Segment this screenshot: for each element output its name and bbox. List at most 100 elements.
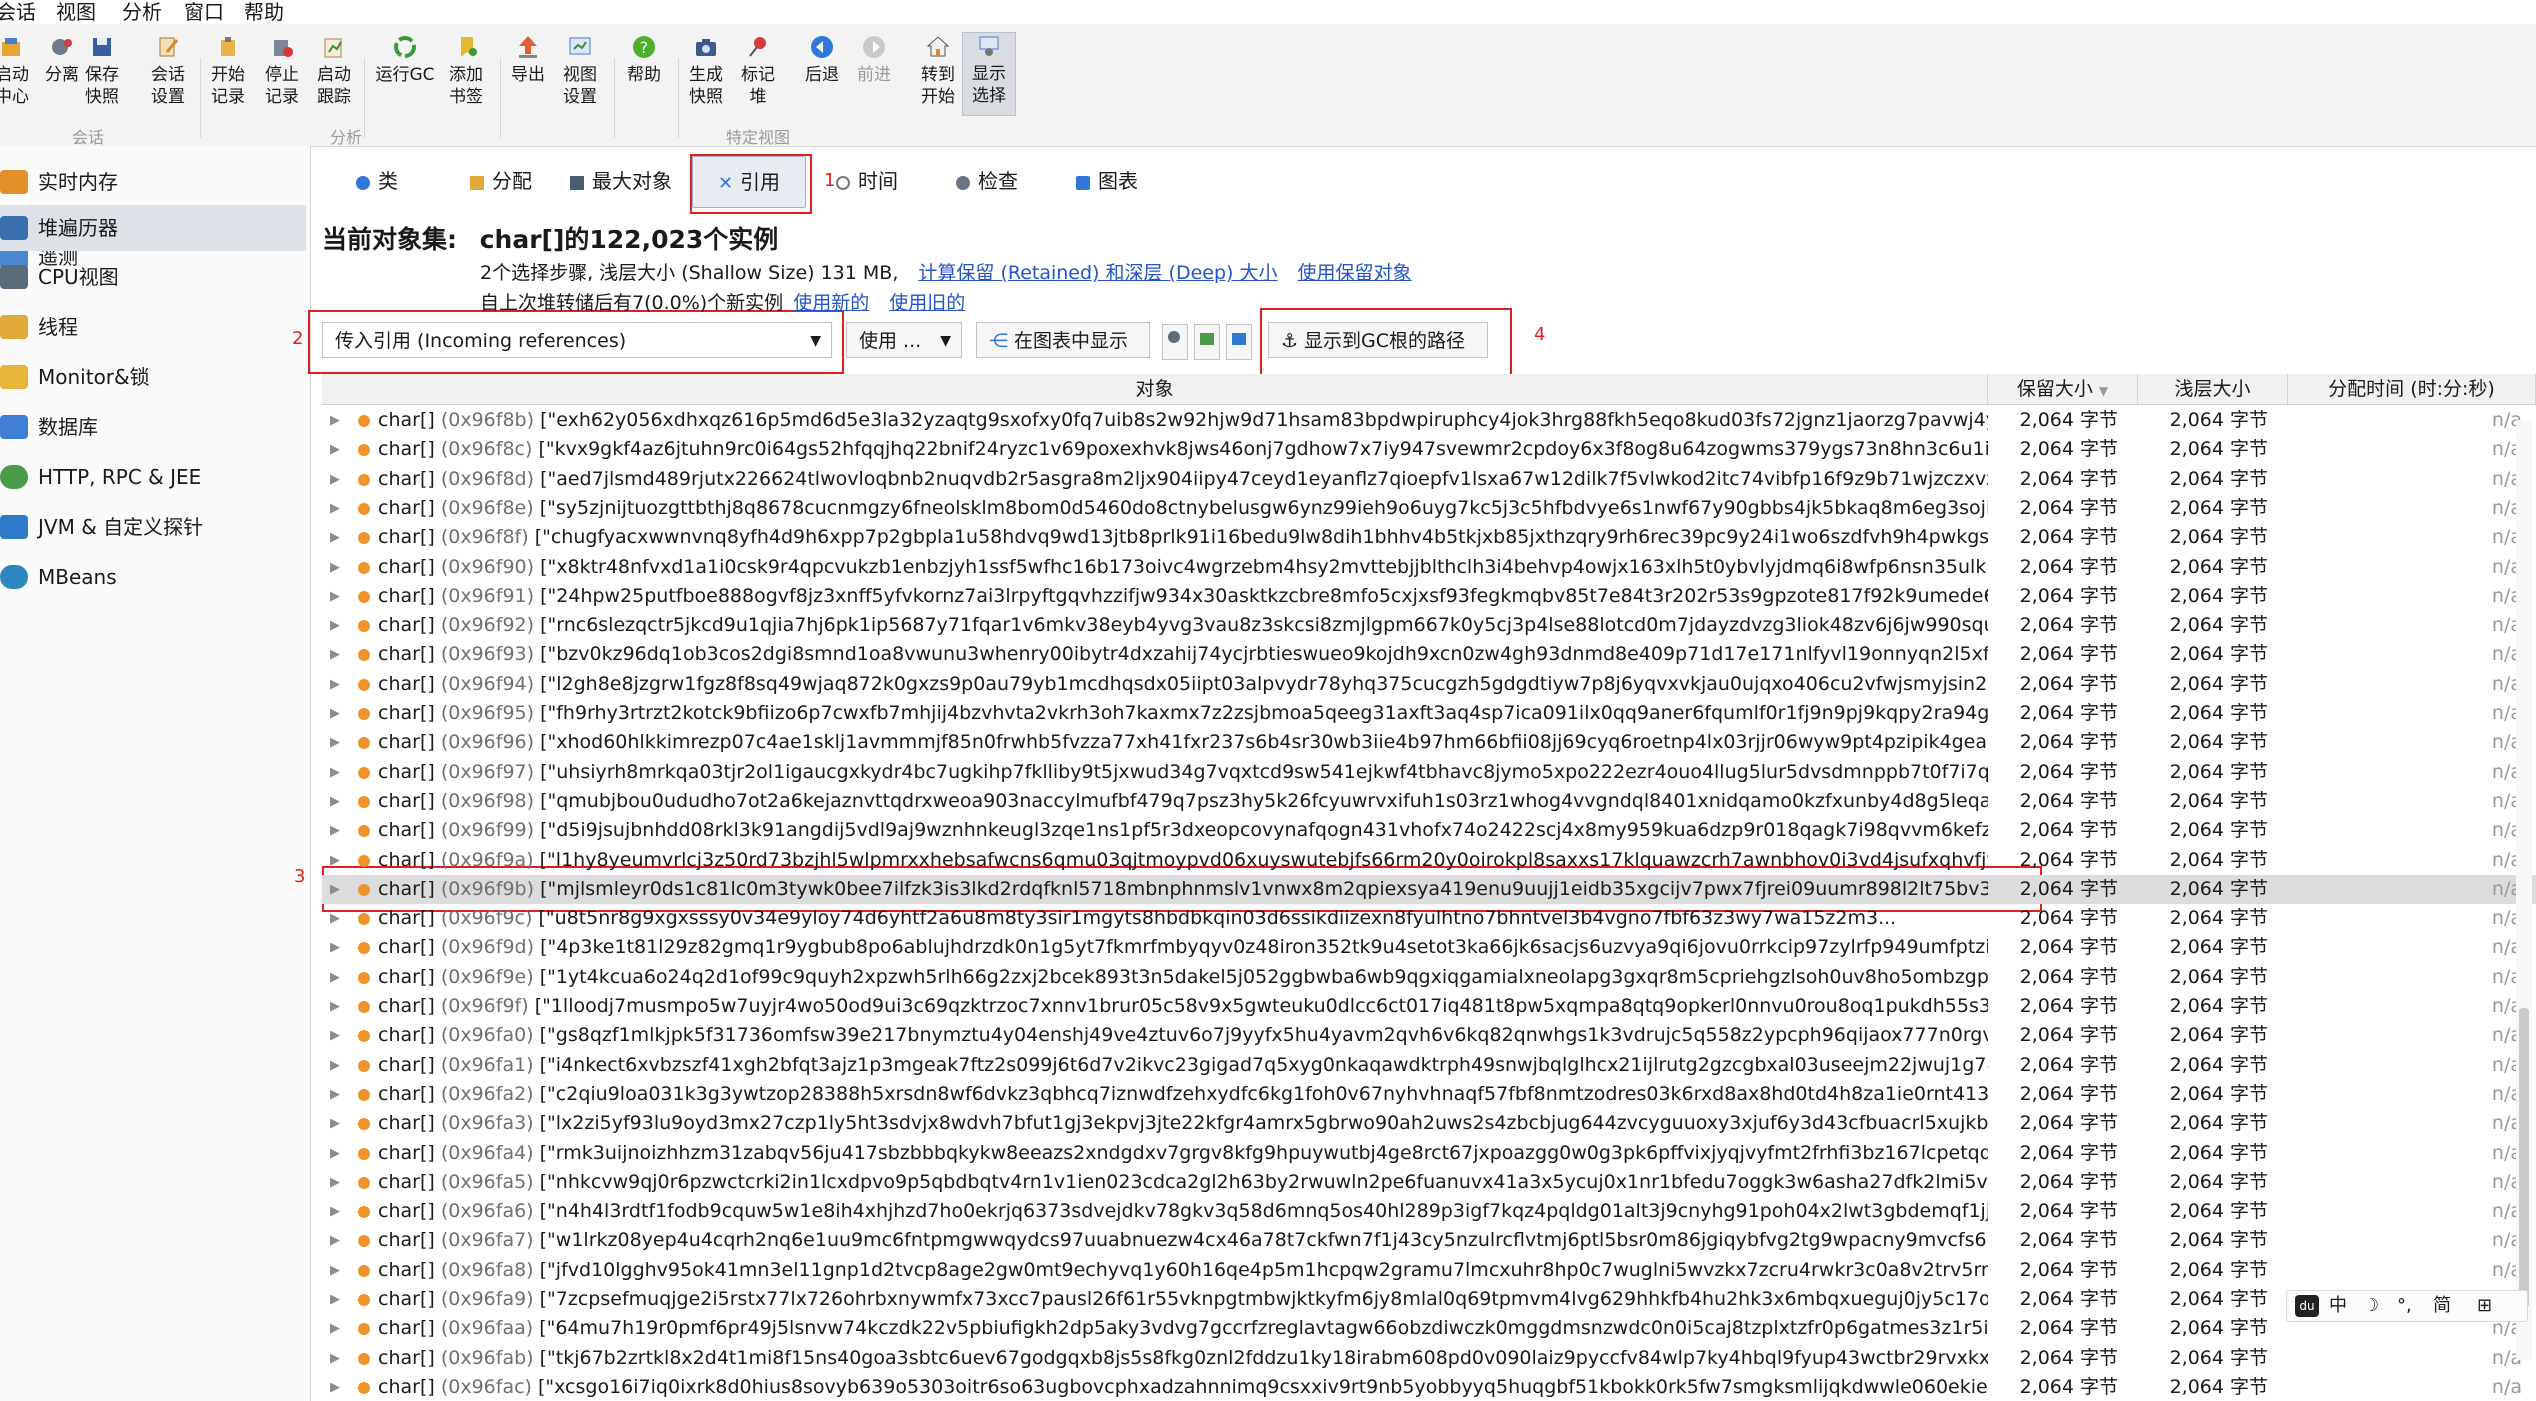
start-tracking-button[interactable]: 启动 跟踪: [308, 34, 360, 108]
table-row[interactable]: ▶ char[] (0x96f9b) ["mjlsmleyr0ds1c81lc0m…: [322, 874, 2536, 904]
table-row[interactable]: ▶ char[] (0x96f99) ["d5i9jsujbnhdd08rkl3k…: [322, 816, 2536, 845]
table-row[interactable]: ▶ char[] (0x96fa9) ["7zcpsefmuqjge2i5rstx…: [322, 1285, 2536, 1314]
expand-triangle-icon[interactable]: ▶: [330, 1168, 340, 1197]
column-header-object[interactable]: 对象: [322, 374, 1988, 404]
expand-triangle-icon[interactable]: ▶: [330, 1314, 340, 1343]
start-recording-button[interactable]: 开始 记录: [202, 34, 254, 108]
table-row[interactable]: ▶ char[] (0x96f9f) ["1lloodj7musmpo5w7uyj…: [322, 992, 2536, 1021]
sidebar-item-databases[interactable]: 数据库: [0, 404, 306, 450]
expand-triangle-icon[interactable]: ▶: [330, 611, 340, 640]
expand-triangle-icon[interactable]: ▶: [330, 406, 340, 435]
sidebar-item-cpu-view[interactable]: CPU视图: [0, 254, 306, 300]
ime-grid-icon[interactable]: ⊞: [2477, 1291, 2492, 1321]
sidebar-item-mbeans[interactable]: MBeans: [0, 554, 306, 600]
expand-triangle-icon[interactable]: ▶: [330, 1344, 340, 1373]
expand-triangle-icon[interactable]: ▶: [330, 1226, 340, 1255]
sidebar-item-live-memory[interactable]: 实时内存: [0, 159, 306, 205]
table-row[interactable]: ▶ char[] (0x96fa0) ["gs8qzf1mlkjpk5f31736…: [322, 1021, 2536, 1050]
calc-retained-link[interactable]: 计算保留 (Retained) 和深层 (Deep) 大小: [918, 262, 1277, 284]
use-button[interactable]: 使用 ... ▼: [846, 322, 962, 358]
show-gc-root-path-button[interactable]: ⚓ 显示到GC根的路径: [1268, 322, 1488, 358]
table-row[interactable]: ▶ char[] (0x96fa6) ["n4h4l3rdtf1fodb9cquw…: [322, 1197, 2536, 1226]
session-settings-button[interactable]: 会话 设置: [142, 34, 194, 108]
menu-session[interactable]: 会话: [0, 0, 36, 24]
tab-inspections[interactable]: 检查: [956, 156, 1046, 206]
show-selection-button[interactable]: 显示 选择: [962, 32, 1016, 116]
expand-triangle-icon[interactable]: ▶: [330, 523, 340, 552]
table-row[interactable]: ▶ char[] (0x96f9a) ["l1hy8yeumvrlcj3z50rd…: [322, 846, 2536, 875]
table-row[interactable]: ▶ char[] (0x96f8f) ["chugfyacxwwnvnq8yfh4…: [322, 523, 2536, 552]
ime-simplified[interactable]: 简: [2433, 1291, 2451, 1321]
settings-small-button[interactable]: [1162, 324, 1188, 360]
reference-type-select[interactable]: 传入引用 (Incoming references) ▼: [322, 322, 832, 358]
expand-triangle-icon[interactable]: ▶: [330, 494, 340, 523]
expand-triangle-icon[interactable]: ▶: [330, 1109, 340, 1138]
back-button[interactable]: 后退: [796, 34, 848, 86]
column-header-alloc-time[interactable]: 分配时间 (时:分:秒): [2288, 374, 2536, 404]
tab-allocations[interactable]: 分配: [470, 156, 560, 206]
expand-triangle-icon[interactable]: ▶: [330, 553, 340, 582]
sidebar-item-jvm-custom-probes[interactable]: JVM & 自定义探针: [0, 504, 306, 550]
table-row[interactable]: ▶ char[] (0x96faa) ["64mu7h19r0pmf6pr49j5…: [322, 1314, 2536, 1343]
tab-biggest-objects[interactable]: 最大对象: [570, 156, 690, 206]
expand-triangle-icon[interactable]: ▶: [330, 582, 340, 611]
use-retained-link[interactable]: 使用保留对象: [1298, 262, 1412, 284]
expand-triangle-icon[interactable]: ▶: [330, 933, 340, 962]
help-button[interactable]: ? 帮助: [618, 34, 670, 86]
info-small-button[interactable]: [1226, 324, 1252, 360]
stop-recording-button[interactable]: 停止 记录: [256, 34, 308, 108]
mark-heap-button[interactable]: 标记堆: [732, 34, 784, 108]
show-in-graph-button[interactable]: ⋲ 在图表中显示: [976, 322, 1150, 358]
expand-triangle-icon[interactable]: ▶: [330, 992, 340, 1021]
table-row[interactable]: ▶ char[] (0x96f91) ["24hpw25putfboe888ogv…: [322, 582, 2536, 611]
table-row[interactable]: ▶ char[] (0x96fa8) ["jfvd10lgghv95ok41mn3…: [322, 1256, 2536, 1285]
tab-graph[interactable]: 图表: [1076, 156, 1166, 206]
menu-help[interactable]: 帮助: [244, 0, 284, 24]
view-settings-button[interactable]: 视图 设置: [554, 34, 606, 108]
sidebar-item-monitors-locks[interactable]: Monitor&锁: [0, 354, 306, 400]
expand-triangle-icon[interactable]: ▶: [330, 1051, 340, 1080]
table-row[interactable]: ▶ char[] (0x96f97) ["uhsiyrh8mrkqa03tjr2o…: [322, 758, 2536, 787]
ime-chinese-mode[interactable]: 中: [2329, 1291, 2347, 1321]
expand-triangle-icon[interactable]: ▶: [330, 1021, 340, 1050]
table-row[interactable]: ▶ char[] (0x96f95) ["fh9rhy3rtrzt2kotck9b…: [322, 699, 2536, 728]
table-row[interactable]: ▶ char[] (0x96f8c) ["kvx9gkf4az6jtuhn9rc0…: [322, 435, 2536, 464]
sidebar-item-heap-walker[interactable]: 堆遍历器: [0, 205, 306, 251]
menu-analyze[interactable]: 分析: [122, 0, 162, 24]
save-snapshot-button[interactable]: 保存 快照: [76, 34, 128, 108]
table-row[interactable]: ▶ char[] (0x96f90) ["x8ktr48nfvxd1a1i0csk…: [322, 553, 2536, 582]
ime-moon-icon[interactable]: ☽: [2363, 1291, 2379, 1321]
expand-triangle-icon[interactable]: ▶: [330, 787, 340, 816]
table-row[interactable]: ▶ char[] (0x96f92) ["rnc6slezqctr5jkcd9u1…: [322, 611, 2536, 640]
expand-triangle-icon[interactable]: ▶: [330, 963, 340, 992]
table-row[interactable]: ▶ char[] (0x96f8b) ["exh62y056xdhxqz616p5…: [322, 406, 2536, 435]
table-row[interactable]: ▶ char[] (0x96fa1) ["i4nkect6xvbzszf41xgh…: [322, 1051, 2536, 1080]
table-row[interactable]: ▶ char[] (0x96fa3) ["lx2zi5yf93lu9oyd3mx2…: [322, 1109, 2536, 1138]
tab-classes[interactable]: 类: [356, 156, 436, 206]
expand-triangle-icon[interactable]: ▶: [330, 435, 340, 464]
table-row[interactable]: ▶ char[] (0x96f98) ["qmubjbou0ududho7ot2a…: [322, 787, 2536, 816]
table-row[interactable]: ▶ char[] (0x96f9c) ["u8t5nr8g9xgxsssy0v34…: [322, 904, 2536, 933]
expand-triangle-icon[interactable]: ▶: [330, 1373, 340, 1401]
table-row[interactable]: ▶ char[] (0x96fa5) ["nhkcvw9qj0r6pzwctcrk…: [322, 1168, 2536, 1197]
table-row[interactable]: ▶ char[] (0x96fa4) ["rmk3uijnoizhhzm31zab…: [322, 1139, 2536, 1168]
table-row[interactable]: ▶ char[] (0x96f94) ["l2gh8e8jzgrw1fgz8f8s…: [322, 670, 2536, 699]
column-header-shallow-size[interactable]: 浅层大小: [2138, 374, 2288, 404]
table-row[interactable]: ▶ char[] (0x96f8e) ["sy5zjnijtuozgttbthj8…: [322, 494, 2536, 523]
expand-triangle-icon[interactable]: ▶: [330, 465, 340, 494]
start-center-button[interactable]: 启动 中心: [0, 34, 38, 108]
expand-triangle-icon[interactable]: ▶: [330, 846, 340, 875]
expand-triangle-icon[interactable]: ▶: [330, 1080, 340, 1109]
table-row[interactable]: ▶ char[] (0x96fa2) ["c2qiu9loa031k3g3ywtz…: [322, 1080, 2536, 1109]
menu-window[interactable]: 窗口: [184, 0, 224, 24]
table-row[interactable]: ▶ char[] (0x96f93) ["bzv0kz96dq1ob3cos2dg…: [322, 640, 2536, 669]
expand-triangle-icon[interactable]: ▶: [330, 1197, 340, 1226]
ime-punctuation-icon[interactable]: °,: [2397, 1291, 2412, 1321]
use-old-link[interactable]: 使用旧的: [889, 292, 965, 314]
use-new-link[interactable]: 使用新的: [793, 292, 869, 314]
expand-triangle-icon[interactable]: ▶: [330, 758, 340, 787]
expand-triangle-icon[interactable]: ▶: [330, 816, 340, 845]
filter-small-button[interactable]: [1194, 324, 1220, 360]
scrollbar-thumb[interactable]: [2519, 1008, 2529, 1308]
export-button[interactable]: 导出: [502, 34, 554, 86]
